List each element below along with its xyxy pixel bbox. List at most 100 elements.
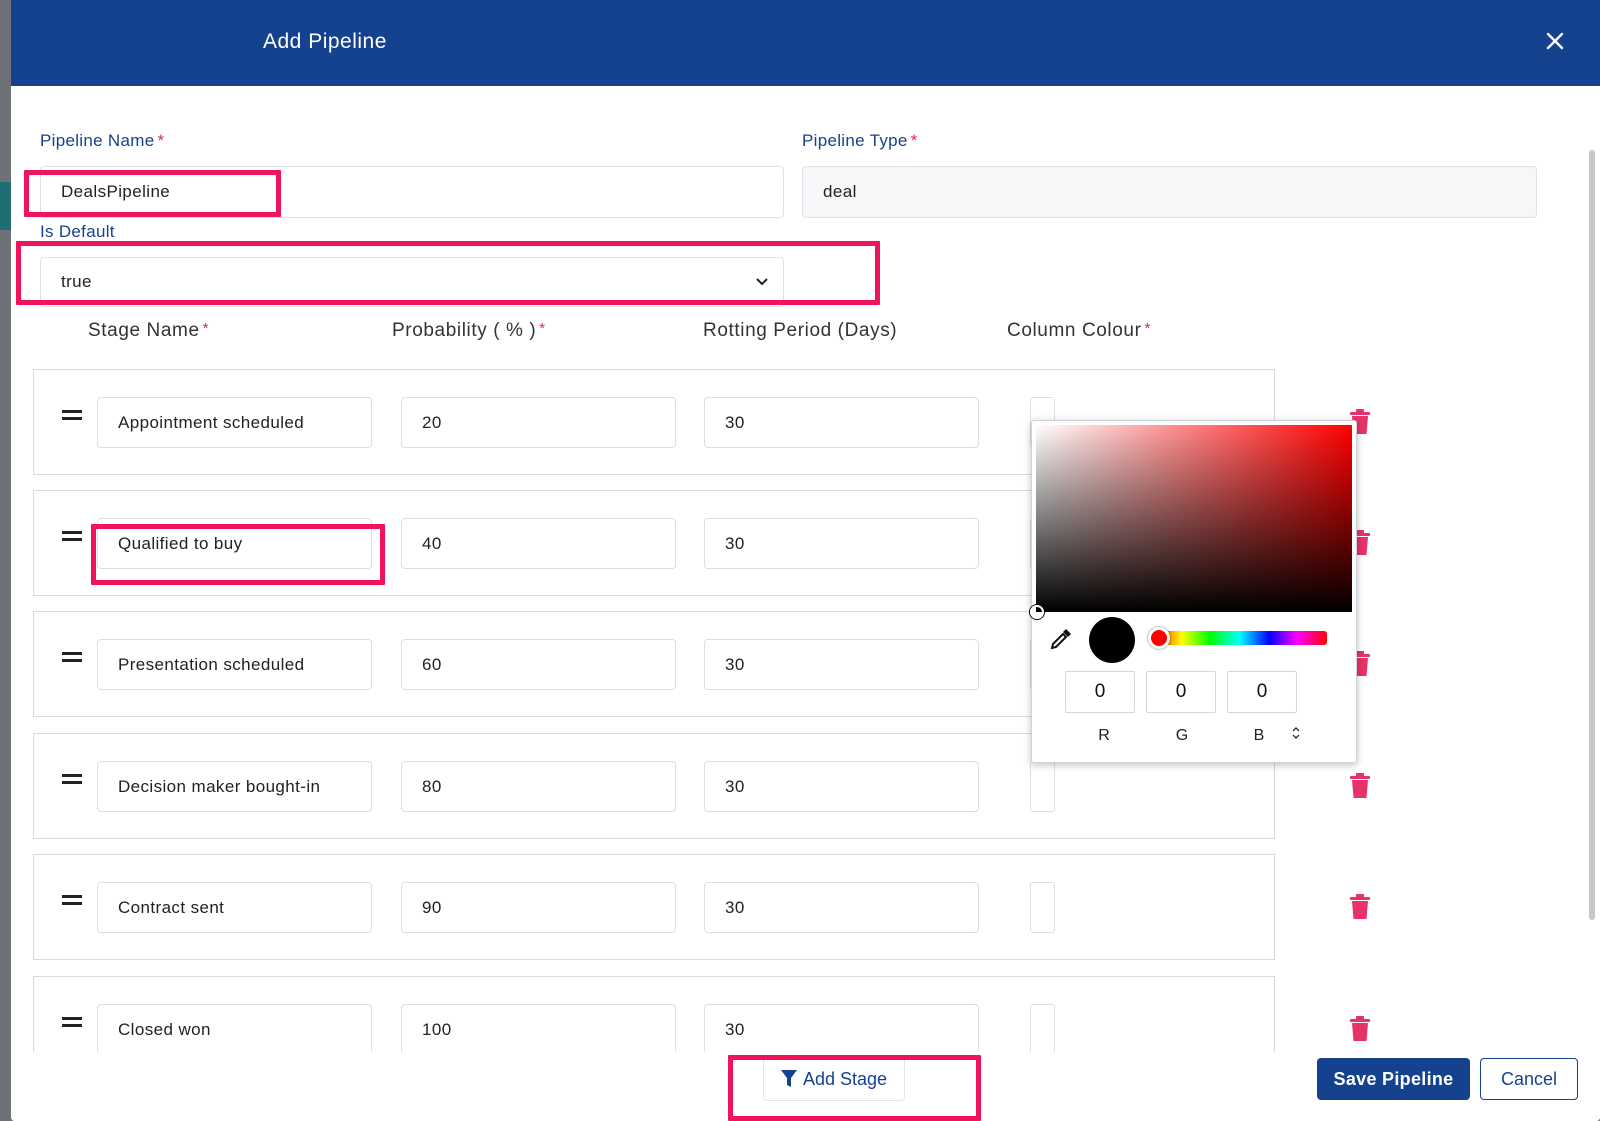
probability-value: 90	[422, 897, 442, 917]
is-default-label: Is Default	[40, 222, 115, 241]
rotting-period-input[interactable]: 30	[704, 639, 979, 690]
stage-name-input[interactable]: Presentation scheduled	[97, 639, 372, 690]
probability-header: Probability ( % ) *	[392, 320, 546, 342]
save-pipeline-button[interactable]: Save Pipeline	[1317, 1058, 1470, 1100]
trash-icon[interactable]	[1349, 894, 1371, 920]
pipeline-name-input[interactable]: DealsPipeline	[40, 166, 784, 218]
red-value: 0	[1094, 681, 1106, 702]
scrollbar[interactable]	[1589, 150, 1595, 920]
stage-name-header: Stage Name *	[88, 320, 209, 342]
hue-slider-handle[interactable]	[1148, 627, 1170, 649]
rotting-period-value: 30	[725, 533, 745, 553]
stage-name-value: Appointment scheduled	[118, 412, 305, 432]
probability-input[interactable]: 20	[401, 397, 676, 448]
column-colour-header: Column Colour *	[1007, 320, 1151, 342]
green-value: 0	[1175, 681, 1187, 702]
required-mark: *	[539, 320, 546, 337]
probability-input[interactable]: 60	[401, 639, 676, 690]
rotting-period-value: 30	[725, 412, 745, 432]
pipeline-name-label-text: Pipeline Name	[40, 131, 155, 150]
pipeline-name-value: DealsPipeline	[61, 182, 171, 201]
stage-name-header-text: Stage Name	[88, 320, 200, 341]
pipeline-name-label: Pipeline Name *	[40, 131, 164, 151]
stage-name-input[interactable]: Appointment scheduled	[97, 397, 372, 448]
modal-title: Add Pipeline	[263, 30, 387, 53]
rotting-period-value: 30	[725, 776, 745, 796]
stage-row: Contract sent 90 30	[33, 854, 1275, 960]
color-picker-popover: 0 0 0 R G B	[1030, 420, 1357, 763]
column-colour-header-text: Column Colour	[1007, 320, 1142, 341]
blue-value: 0	[1256, 681, 1268, 702]
trash-icon[interactable]	[1349, 773, 1371, 799]
probability-input[interactable]: 80	[401, 761, 676, 812]
stage-name-input[interactable]: Contract sent	[97, 882, 372, 933]
red-label: R	[1098, 727, 1110, 744]
modal-header: Add Pipeline	[11, 0, 1600, 86]
pipeline-type-label: Pipeline Type *	[802, 131, 918, 151]
stage-name-input[interactable]: Decision maker bought-in	[97, 761, 372, 812]
rotting-period-header: Rotting Period (Days)	[703, 320, 898, 341]
stage-name-value: Decision maker bought-in	[118, 776, 321, 796]
is-default-value: true	[61, 272, 92, 291]
drag-handle-icon[interactable]	[62, 895, 82, 905]
required-mark: *	[1144, 320, 1151, 337]
pipeline-type-input: deal	[802, 166, 1537, 218]
cancel-button[interactable]: Cancel	[1480, 1058, 1578, 1100]
rotting-period-input[interactable]: 30	[704, 761, 979, 812]
probability-value: 80	[422, 776, 442, 796]
blue-label: B	[1253, 727, 1265, 744]
color-preview-swatch	[1089, 617, 1135, 663]
probability-input[interactable]: 40	[401, 518, 676, 569]
pipeline-type-value: deal	[823, 182, 857, 201]
red-input[interactable]: 0	[1065, 671, 1135, 713]
drag-handle-icon[interactable]	[62, 652, 82, 662]
rotting-period-value: 30	[725, 897, 745, 917]
close-icon[interactable]	[1543, 30, 1567, 54]
probability-input[interactable]: 100	[401, 1004, 676, 1055]
chevron-down-icon	[756, 278, 768, 286]
saturation-handle[interactable]	[1030, 605, 1044, 619]
drag-handle-icon[interactable]	[62, 531, 82, 541]
rotting-period-input[interactable]: 30	[704, 397, 979, 448]
add-stage-button[interactable]: Add Stage	[763, 1057, 905, 1101]
saturation-value-area[interactable]	[1030, 425, 1352, 619]
rotting-period-input[interactable]: 30	[704, 518, 979, 569]
filter-icon	[780, 1070, 797, 1087]
green-input[interactable]: 0	[1146, 671, 1216, 713]
required-mark: *	[157, 131, 165, 150]
stage-name-value: Qualified to buy	[118, 533, 243, 553]
pipeline-type-label-text: Pipeline Type	[802, 131, 908, 150]
add-pipeline-modal: Add Pipeline Pipeline Name * DealsPipelin…	[11, 0, 1600, 1121]
probability-value: 40	[422, 533, 442, 553]
drag-handle-icon[interactable]	[62, 774, 82, 784]
color-mode-toggle-icon[interactable]	[1291, 726, 1301, 740]
blue-input[interactable]: 0	[1227, 671, 1297, 713]
rotting-period-value: 30	[725, 1019, 745, 1039]
probability-input[interactable]: 90	[401, 882, 676, 933]
column-colour-swatch[interactable]	[1030, 882, 1055, 933]
column-colour-swatch[interactable]	[1030, 1004, 1055, 1055]
required-mark: *	[910, 131, 918, 150]
trash-icon[interactable]	[1349, 1016, 1371, 1042]
rotting-period-value: 30	[725, 654, 745, 674]
probability-header-text: Probability ( % )	[392, 320, 537, 341]
drag-handle-icon[interactable]	[62, 410, 82, 420]
column-colour-swatch[interactable]	[1030, 761, 1055, 812]
probability-value: 20	[422, 412, 442, 432]
stage-name-input[interactable]: Closed won	[97, 1004, 372, 1055]
probability-value: 60	[422, 654, 442, 674]
stage-name-value: Closed won	[118, 1019, 211, 1039]
stage-name-value: Contract sent	[118, 897, 225, 917]
is-default-select[interactable]: true	[40, 257, 784, 307]
green-label: G	[1175, 727, 1189, 744]
eyedropper-icon[interactable]	[1048, 626, 1074, 652]
drag-handle-icon[interactable]	[62, 1017, 82, 1027]
stage-name-input[interactable]: Qualified to buy	[97, 518, 372, 569]
rotting-period-input[interactable]: 30	[704, 1004, 979, 1055]
hue-slider[interactable]	[1148, 627, 1327, 649]
add-stage-label: Add Stage	[802, 1068, 888, 1089]
stage-row: Closed won 100 30	[33, 976, 1275, 1056]
required-mark: *	[202, 320, 210, 337]
stage-name-value: Presentation scheduled	[118, 654, 305, 674]
rotting-period-input[interactable]: 30	[704, 882, 979, 933]
